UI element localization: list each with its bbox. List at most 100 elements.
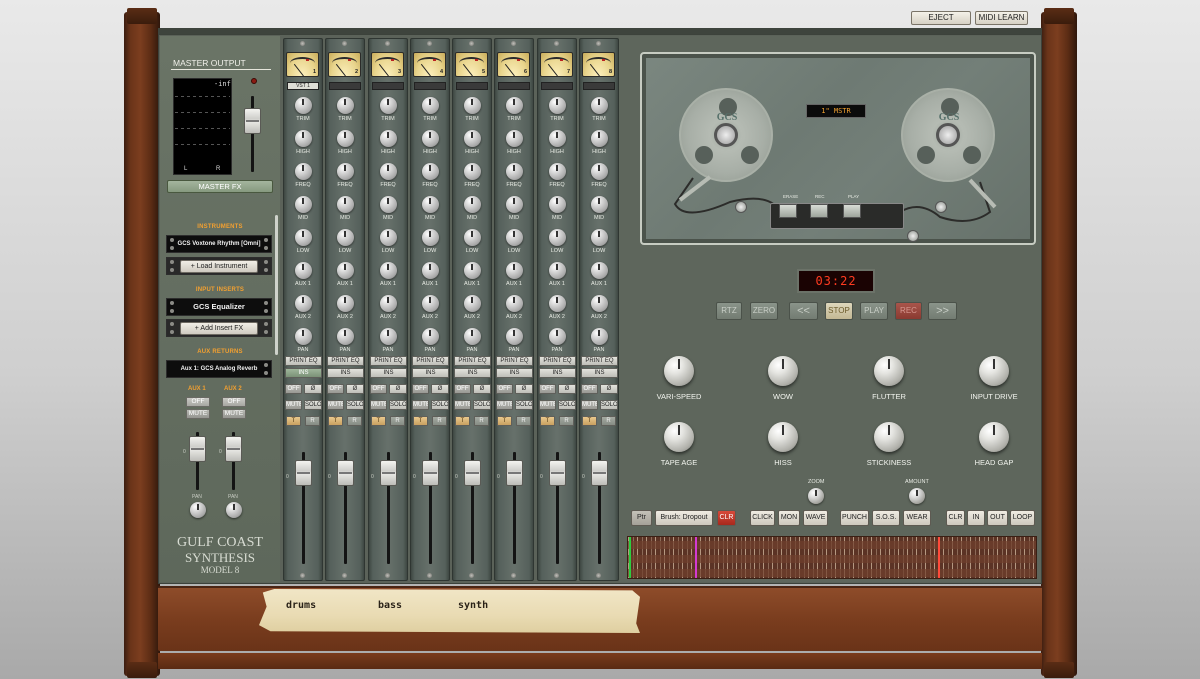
track-name-2[interactable]: bass (378, 600, 402, 611)
channel-name[interactable] (329, 82, 361, 90)
channel-aux2-knob[interactable] (379, 295, 397, 312)
head-gap-knob[interactable] (979, 422, 1009, 452)
ins-button[interactable]: INS (539, 368, 576, 378)
channel-fader[interactable] (591, 460, 608, 486)
fast-forward-button[interactable]: >> (928, 302, 957, 320)
rewind-button[interactable]: << (789, 302, 818, 320)
channel-trim-knob[interactable] (505, 97, 523, 114)
print-eq-button[interactable]: PRINT EQ (327, 356, 364, 366)
phase-button[interactable]: Ø (346, 384, 364, 394)
record-arm-button[interactable]: R (390, 416, 405, 426)
channel-trim-knob[interactable] (294, 97, 312, 114)
loop-button[interactable]: LOOP (1010, 510, 1035, 526)
zero-button[interactable]: ZERO (750, 302, 778, 320)
aux2-fader[interactable] (225, 436, 242, 462)
channel-name[interactable] (372, 82, 404, 90)
solo-button[interactable]: SOLO (600, 400, 618, 410)
out-point-button[interactable]: OUT (987, 510, 1008, 526)
aux1-mute-button[interactable]: MUTE (186, 409, 210, 419)
rtz-button[interactable]: RTZ (716, 302, 742, 320)
channel-high-knob[interactable] (421, 130, 439, 147)
track-arm-button[interactable]: T (286, 416, 301, 426)
aux1-pan-knob[interactable] (190, 502, 206, 518)
track-arm-button[interactable]: T (328, 416, 343, 426)
flutter-knob[interactable] (874, 356, 904, 386)
sos-button[interactable]: S.O.S. (872, 510, 900, 526)
off-button[interactable]: OFF (370, 384, 387, 394)
amount-knob[interactable] (909, 488, 925, 504)
channel-freq-knob[interactable] (505, 163, 523, 180)
instrument-slot[interactable]: GCS Voxtone Rhythm [Omni] (166, 235, 272, 253)
solo-button[interactable]: SOLO (431, 400, 449, 410)
channel-low-knob[interactable] (336, 229, 354, 246)
print-eq-button[interactable]: PRINT EQ (539, 356, 576, 366)
print-eq-button[interactable]: PRINT EQ (454, 356, 491, 366)
stop-button[interactable]: STOP (825, 302, 853, 320)
solo-button[interactable]: SOLO (304, 400, 322, 410)
solo-button[interactable]: SOLO (389, 400, 407, 410)
pointer-tool-button[interactable]: Ptr (631, 510, 652, 526)
mute-button[interactable]: MUTE (412, 400, 429, 410)
channel-fader[interactable] (422, 460, 439, 486)
track-name-3[interactable]: synth (458, 600, 488, 611)
aux2-pan-knob[interactable] (226, 502, 242, 518)
in-point-button[interactable]: IN (967, 510, 985, 526)
channel-high-knob[interactable] (590, 130, 608, 147)
insert-slot[interactable]: GCS Equalizer (166, 298, 272, 316)
channel-fader[interactable] (549, 460, 566, 486)
record-arm-button[interactable]: R (347, 416, 362, 426)
channel-aux2-knob[interactable] (505, 295, 523, 312)
channel-mid-knob[interactable] (548, 196, 566, 213)
tape-waveform[interactable] (627, 536, 1037, 579)
ins-button[interactable]: INS (496, 368, 533, 378)
channel-high-knob[interactable] (463, 130, 481, 147)
aux2-mute-button[interactable]: MUTE (222, 409, 246, 419)
channel-trim-knob[interactable] (421, 97, 439, 114)
channel-aux2-knob[interactable] (336, 295, 354, 312)
phase-button[interactable]: Ø (515, 384, 533, 394)
phase-button[interactable]: Ø (304, 384, 322, 394)
play-button[interactable]: PLAY (860, 302, 888, 320)
track-arm-button[interactable]: T (455, 416, 470, 426)
phase-button[interactable]: Ø (431, 384, 449, 394)
print-eq-button[interactable]: PRINT EQ (581, 356, 618, 366)
channel-pan-knob[interactable] (505, 328, 523, 345)
channel-pan-knob[interactable] (463, 328, 481, 345)
channel-trim-knob[interactable] (336, 97, 354, 114)
channel-low-knob[interactable] (294, 229, 312, 246)
playhead-marker[interactable] (695, 537, 697, 578)
phase-button[interactable]: Ø (600, 384, 618, 394)
add-insert-button[interactable]: + Add Insert FX (180, 322, 258, 335)
channel-fader[interactable] (380, 460, 397, 486)
channel-aux1-knob[interactable] (463, 262, 481, 279)
tape-age-knob[interactable] (664, 422, 694, 452)
hiss-knob[interactable] (768, 422, 798, 452)
print-eq-button[interactable]: PRINT EQ (370, 356, 407, 366)
brush-dropout-button[interactable]: Brush: Dropout (655, 510, 713, 526)
ins-button[interactable]: INS (370, 368, 407, 378)
off-button[interactable]: OFF (412, 384, 429, 394)
clear-loop-button[interactable]: CLR (946, 510, 965, 526)
channel-high-knob[interactable] (336, 130, 354, 147)
track-arm-button[interactable]: T (413, 416, 428, 426)
aux1-fader[interactable] (189, 436, 206, 462)
mute-button[interactable]: MUTE (285, 400, 302, 410)
channel-mid-knob[interactable] (336, 196, 354, 213)
channel-aux2-knob[interactable] (463, 295, 481, 312)
channel-fader[interactable] (295, 460, 312, 486)
channel-low-knob[interactable] (548, 229, 566, 246)
solo-button[interactable]: SOLO (515, 400, 533, 410)
solo-button[interactable]: SOLO (473, 400, 491, 410)
mute-button[interactable]: MUTE (454, 400, 471, 410)
solo-button[interactable]: SOLO (558, 400, 576, 410)
off-button[interactable]: OFF (496, 384, 513, 394)
sidebar-scrollbar[interactable] (275, 215, 278, 355)
punch-button[interactable]: PUNCH (840, 510, 869, 526)
channel-mid-knob[interactable] (463, 196, 481, 213)
ins-button[interactable]: INS (454, 368, 491, 378)
channel-mid-knob[interactable] (421, 196, 439, 213)
channel-aux1-knob[interactable] (336, 262, 354, 279)
channel-fader[interactable] (337, 460, 354, 486)
input-drive-knob[interactable] (979, 356, 1009, 386)
channel-fader[interactable] (464, 460, 481, 486)
